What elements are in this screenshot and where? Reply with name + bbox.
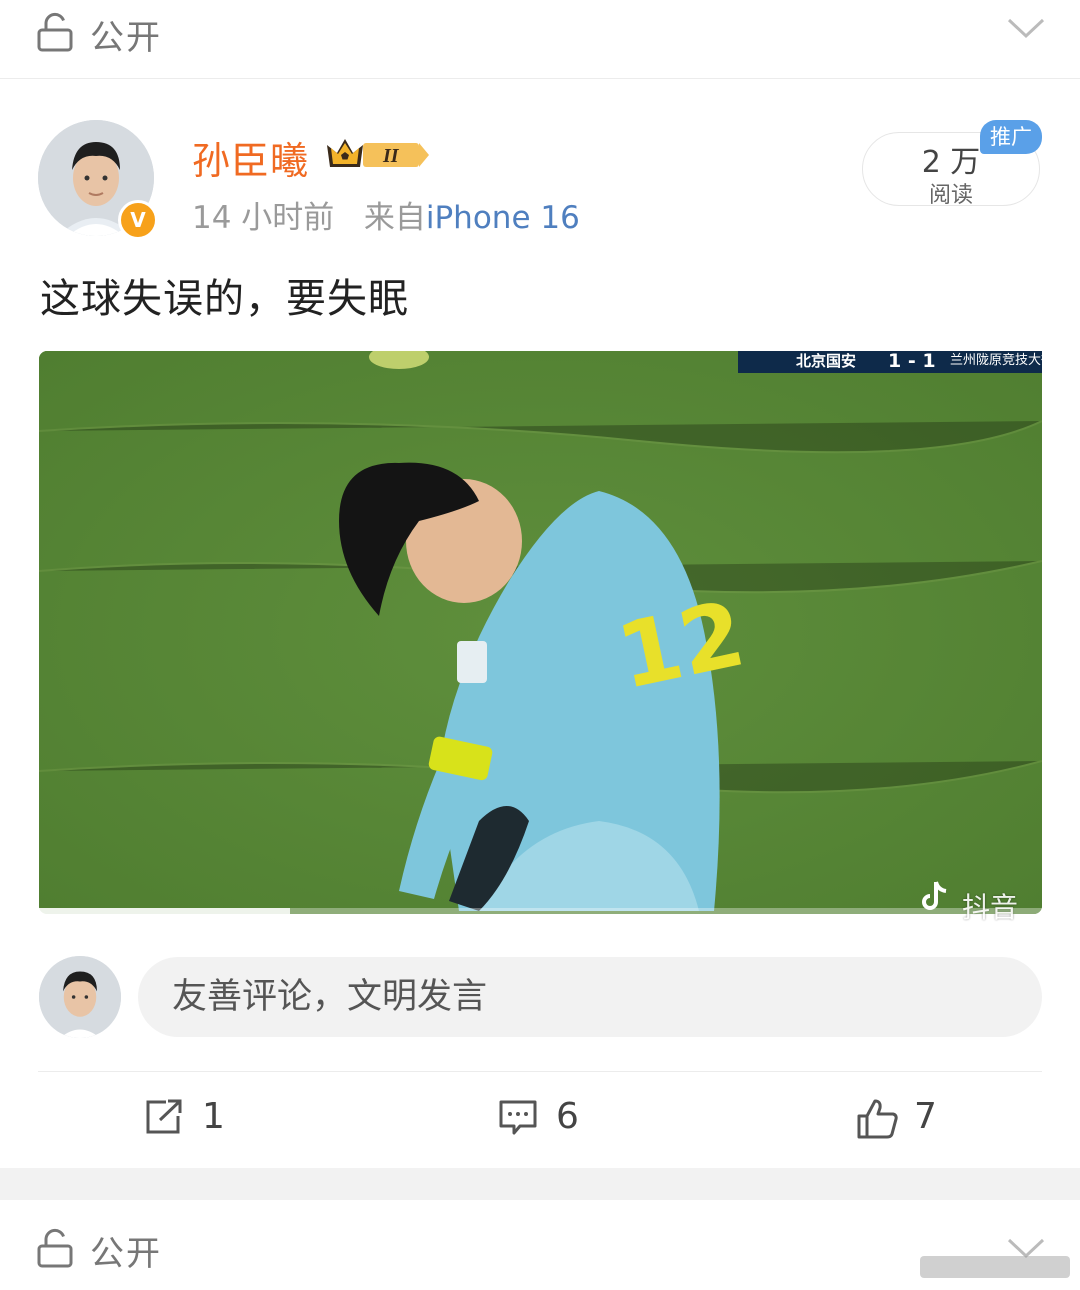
chevron-down-icon[interactable]: [1006, 14, 1046, 42]
privacy-label: 公开: [90, 1234, 162, 1274]
share-count: 1: [202, 1096, 225, 1137]
comment-button[interactable]: 6: [498, 1096, 618, 1144]
verified-badge: V: [118, 200, 158, 240]
scoreboard-team: 北京国安: [796, 352, 857, 370]
post-text: 这球失误的，要失眠: [40, 276, 409, 322]
privacy-bar[interactable]: 公开: [0, 0, 1080, 79]
next-privacy-bar[interactable]: 公开: [0, 1200, 1080, 1290]
thumbs-up-icon: [857, 1099, 898, 1139]
divider: [38, 1071, 1042, 1072]
watermark-graphic: [920, 1256, 1070, 1278]
source-prefix: 来自: [363, 200, 426, 236]
svg-text:II: II: [382, 145, 400, 167]
share-icon: [146, 1099, 182, 1134]
scoreboard-opponent: 兰州陇原竞技大街: [950, 353, 1042, 368]
lock-icon: [37, 13, 73, 52]
comment-icon: [499, 1100, 537, 1135]
douyin-logo-icon: [922, 881, 947, 910]
comment-count: 6: [556, 1096, 579, 1137]
share-button[interactable]: 1: [144, 1096, 264, 1144]
comment-input[interactable]: [138, 957, 1042, 1037]
crown-level-badge[interactable]: II: [325, 133, 433, 173]
device-link[interactable]: iPhone 16: [426, 200, 580, 236]
video-progress-fill: [39, 908, 290, 914]
post-video[interactable]: 12: [39, 351, 1042, 914]
username[interactable]: 孙臣曦: [192, 130, 309, 185]
post-meta: 14 小时前 来自iPhone 16: [192, 192, 580, 237]
like-count: 7: [914, 1096, 937, 1137]
scoreboard: 北京国安 1 - 1 兰州陇原竞技大街: [738, 351, 1042, 373]
promo-tag[interactable]: 推广: [980, 120, 1042, 154]
read-unit: 阅读: [928, 183, 973, 208]
lock-icon: [37, 1229, 73, 1268]
douyin-watermark: 抖音: [962, 891, 1019, 924]
privacy-label: 公开: [90, 18, 162, 58]
my-avatar[interactable]: [39, 956, 121, 1038]
scoreboard-score: 1 - 1: [888, 351, 936, 372]
timestamp: 14 小时前: [192, 200, 335, 236]
section-gap: [0, 1168, 1080, 1200]
like-button[interactable]: 7: [856, 1096, 976, 1144]
